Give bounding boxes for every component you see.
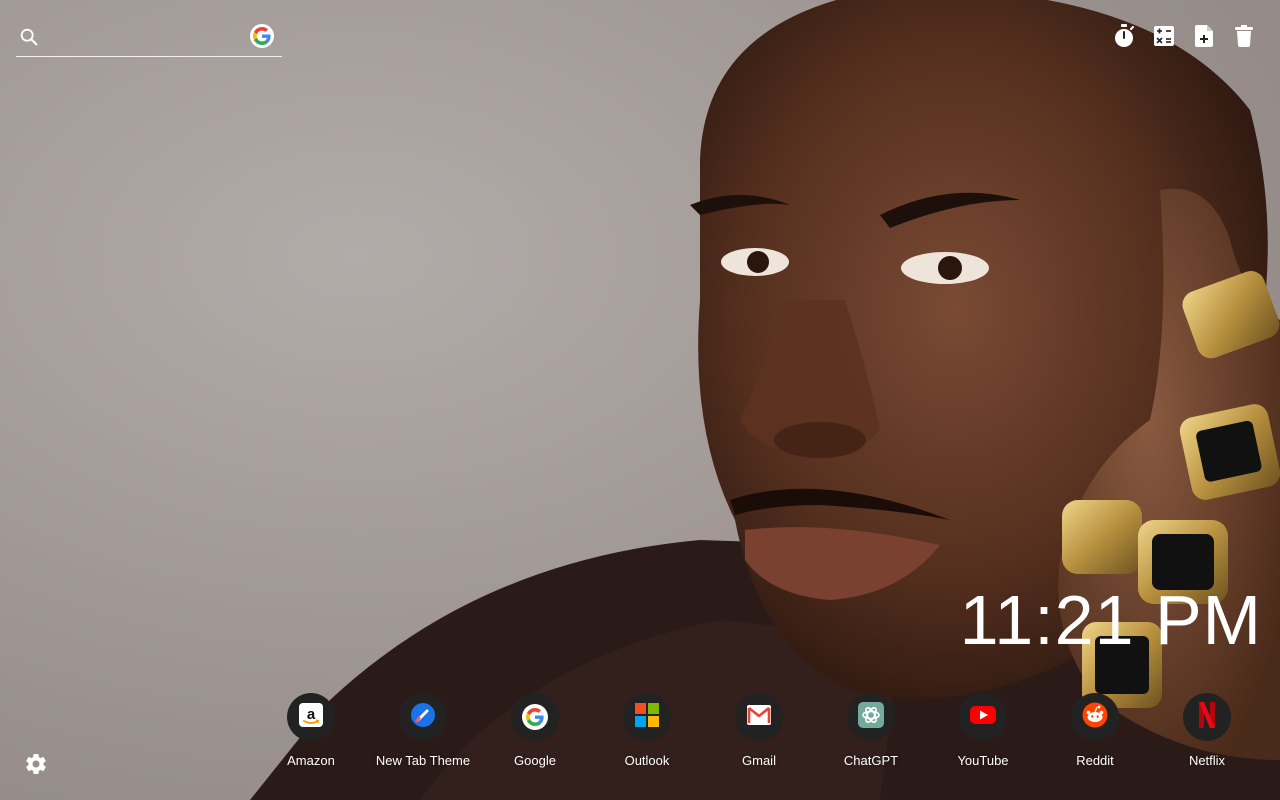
shortcut-label: Gmail xyxy=(742,753,776,768)
add-note-button[interactable] xyxy=(1192,22,1216,50)
shortcuts-dock: a Amazon New Tab Theme Google Outlook Gm… xyxy=(255,693,1263,769)
new-tab-theme-icon xyxy=(410,702,436,733)
shortcut-label: Google xyxy=(514,753,556,768)
shortcut-netflix[interactable]: Netflix xyxy=(1151,693,1263,769)
shortcut-label: Outlook xyxy=(624,753,670,768)
top-tools xyxy=(1112,22,1256,50)
shortcut-label: Amazon xyxy=(287,753,335,768)
shortcut-tile xyxy=(399,693,447,741)
shortcut-tile xyxy=(1183,693,1231,741)
shortcut-reddit[interactable]: Reddit xyxy=(1039,693,1151,769)
shortcut-label: Netflix xyxy=(1188,753,1226,768)
reddit-icon xyxy=(1082,702,1108,733)
timer-button[interactable] xyxy=(1112,22,1136,50)
delete-button[interactable] xyxy=(1232,22,1256,50)
shortcut-tile xyxy=(959,693,1007,741)
background-wallpaper xyxy=(0,0,1280,800)
shortcut-tile xyxy=(623,693,671,741)
search-input[interactable] xyxy=(50,24,250,52)
youtube-icon xyxy=(970,705,996,729)
google-icon xyxy=(522,704,548,730)
shortcut-tile xyxy=(847,693,895,741)
search-icon[interactable] xyxy=(18,26,40,48)
svg-text:a: a xyxy=(307,706,316,723)
shortcut-label: YouTube xyxy=(957,753,1009,768)
shortcut-chatgpt[interactable]: ChatGPT xyxy=(815,693,927,769)
shortcut-outlook[interactable]: Outlook xyxy=(591,693,703,769)
shortcut-amazon[interactable]: a Amazon xyxy=(255,693,367,769)
shortcut-tile xyxy=(511,693,559,741)
gmail-icon xyxy=(747,704,771,730)
shortcut-tile xyxy=(735,693,783,741)
shortcut-tile: a xyxy=(287,693,335,741)
netflix-icon xyxy=(1198,701,1216,733)
amazon-icon: a xyxy=(299,702,323,732)
gear-icon xyxy=(26,754,46,774)
google-icon[interactable] xyxy=(250,24,274,48)
shortcut-gmail[interactable]: Gmail xyxy=(703,693,815,769)
add-file-icon xyxy=(1195,25,1213,47)
settings-button[interactable] xyxy=(24,752,48,776)
shortcut-label: Reddit xyxy=(1076,753,1114,768)
shortcut-new-tab-theme[interactable]: New Tab Theme xyxy=(367,693,479,769)
shortcut-label: ChatGPT xyxy=(843,753,899,768)
calculator-icon xyxy=(1154,26,1174,46)
trash-icon xyxy=(1235,25,1253,47)
calculator-button[interactable] xyxy=(1152,22,1176,50)
shortcut-label: New Tab Theme xyxy=(375,753,471,768)
shortcut-youtube[interactable]: YouTube xyxy=(927,693,1039,769)
search-bar xyxy=(16,22,282,57)
stopwatch-icon xyxy=(1115,24,1134,47)
shortcut-google[interactable]: Google xyxy=(479,693,591,769)
clock: 11:21 PM xyxy=(959,581,1262,659)
microsoft-icon xyxy=(635,702,659,732)
shortcut-tile xyxy=(1071,693,1119,741)
chatgpt-icon xyxy=(858,701,884,733)
